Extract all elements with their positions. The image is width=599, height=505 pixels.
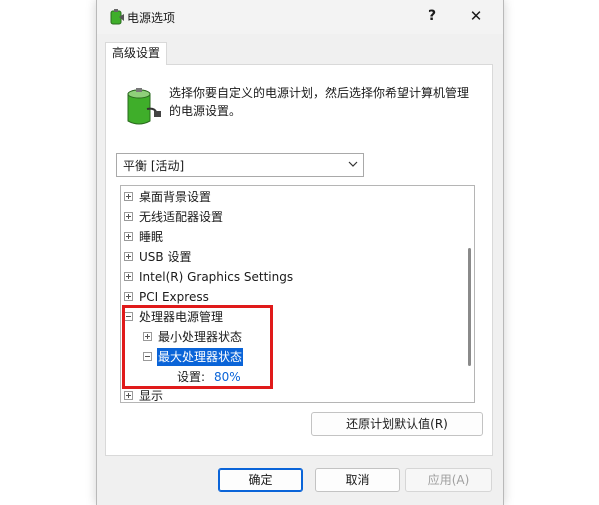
restore-defaults-button[interactable]: 还原计划默认值(R) <box>311 412 483 436</box>
scrollbar-thumb[interactable] <box>468 248 471 366</box>
advanced-settings-panel: 选择你要自定义的电源计划，然后选择你希望计算机管理的电源设置。 平衡 [活动] … <box>105 64 493 456</box>
apply-button[interactable]: 应用(A) <box>405 468 492 492</box>
tree-item-label: PCI Express <box>139 290 209 304</box>
tree-scrollbar[interactable] <box>464 186 474 402</box>
expand-plus-icon[interactable] <box>143 332 152 341</box>
help-button[interactable]: ? <box>417 3 447 29</box>
tree-item-label: 桌面背景设置 <box>139 190 212 204</box>
power-options-app-icon <box>110 9 124 25</box>
tree-item-label: 睡眠 <box>139 230 164 244</box>
tree-item-label: 无线适配器设置 <box>139 210 224 224</box>
ok-button[interactable]: 确定 <box>218 468 303 492</box>
expand-plus-icon[interactable] <box>124 391 133 400</box>
expand-plus-icon[interactable] <box>124 292 133 301</box>
expand-plus-icon[interactable] <box>124 252 133 261</box>
tree-item-label: USB 设置 <box>139 250 192 264</box>
power-settings-tree[interactable]: 桌面背景设置 无线适配器设置 睡眠 USB 设置 Intel(R) Graphi… <box>120 185 475 403</box>
tree-item-label: 处理器电源管理 <box>139 310 224 324</box>
setting-label: 设置: <box>177 370 206 384</box>
expand-plus-icon[interactable] <box>124 192 133 201</box>
power-plan-select[interactable]: 平衡 [活动] <box>116 153 364 177</box>
collapse-minus-icon[interactable] <box>124 312 133 321</box>
power-plan-value: 平衡 [活动] <box>123 159 185 173</box>
tree-item-label: 最小处理器状态 <box>158 330 243 344</box>
tab-advanced-settings[interactable]: 高级设置 <box>105 42 167 65</box>
collapse-minus-icon[interactable] <box>143 352 152 361</box>
setting-value-link[interactable]: 80% <box>214 368 241 386</box>
description-text: 选择你要自定义的电源计划，然后选择你希望计算机管理的电源设置。 <box>169 86 470 118</box>
tree-item-label-selected: 最大处理器状态 <box>157 348 244 366</box>
battery-plug-icon <box>127 88 161 125</box>
expand-plus-icon[interactable] <box>124 212 133 221</box>
power-options-dialog: 电源选项 ? ✕ 高级设置 选择你要自定义的电源计划，然后选择你希望计算机管理的… <box>96 0 504 505</box>
title-bar: 电源选项 ? ✕ <box>97 0 503 34</box>
expand-plus-icon[interactable] <box>124 232 133 241</box>
window-title: 电源选项 <box>127 11 176 25</box>
expand-plus-icon[interactable] <box>124 272 133 281</box>
tree-item-label: 显示 <box>139 389 164 403</box>
close-button[interactable]: ✕ <box>461 3 491 29</box>
tree-item-label: Intel(R) Graphics Settings <box>139 270 294 284</box>
cancel-button[interactable]: 取消 <box>315 468 400 492</box>
chevron-down-icon <box>348 161 358 167</box>
